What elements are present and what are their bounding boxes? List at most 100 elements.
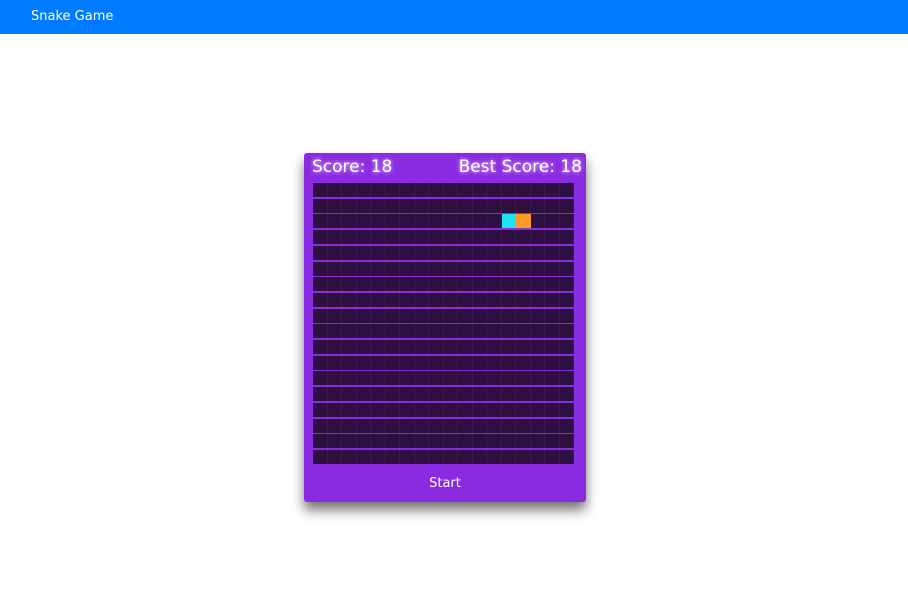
board-cell <box>313 371 328 385</box>
board-cell <box>415 403 429 417</box>
board-cell <box>328 277 342 291</box>
board-cell <box>516 246 531 260</box>
board-cell <box>516 419 531 433</box>
board-cell <box>357 340 371 354</box>
best-score-label: Best Score: 18 <box>458 157 582 177</box>
board-cell <box>531 371 545 385</box>
board-cell <box>502 434 516 448</box>
board-cell <box>386 293 400 307</box>
board-cell <box>342 214 357 228</box>
board-cell <box>429 309 444 323</box>
board-cell <box>386 419 400 433</box>
board-cell <box>458 183 473 197</box>
board-cell <box>545 293 560 307</box>
start-button[interactable]: Start <box>304 476 586 492</box>
board-cell <box>415 199 429 213</box>
board-cell <box>342 262 357 276</box>
board-cell <box>357 262 371 276</box>
board-cell <box>386 324 400 338</box>
board-cell <box>502 371 516 385</box>
board-cell <box>444 403 458 417</box>
board-cell <box>371 214 386 228</box>
board-cell <box>400 183 415 197</box>
board-cell <box>371 340 386 354</box>
board-cell <box>429 277 444 291</box>
board-cell <box>516 309 531 323</box>
board-cell <box>473 450 487 464</box>
board-cell <box>516 450 531 464</box>
board-row <box>313 356 574 370</box>
board-cell <box>328 293 342 307</box>
board-cell <box>458 324 473 338</box>
board-cell <box>516 356 531 370</box>
board-cell <box>458 277 473 291</box>
board-row <box>313 309 574 323</box>
board-cell <box>342 324 357 338</box>
board-cell <box>560 450 574 464</box>
board-cell <box>545 340 560 354</box>
board-cell <box>371 293 386 307</box>
board-row <box>313 199 574 213</box>
board-cell <box>371 387 386 401</box>
board-cell <box>487 434 502 448</box>
board-cell <box>516 371 531 385</box>
board-cell <box>313 450 328 464</box>
board-cell <box>386 340 400 354</box>
board-cell <box>357 277 371 291</box>
board-cell <box>545 183 560 197</box>
board-cell <box>357 324 371 338</box>
board-cell <box>545 262 560 276</box>
board-cell <box>371 309 386 323</box>
board-cell <box>313 356 328 370</box>
board-cell <box>560 371 574 385</box>
board-cell <box>400 450 415 464</box>
board-row <box>313 230 574 244</box>
board-cell <box>473 277 487 291</box>
board-cell <box>313 293 328 307</box>
board-cell <box>531 340 545 354</box>
board-cell <box>560 403 574 417</box>
board-cell <box>444 450 458 464</box>
board-row <box>313 293 574 307</box>
board-cell <box>386 371 400 385</box>
board-cell <box>444 434 458 448</box>
board-cell <box>328 419 342 433</box>
board-cell <box>429 403 444 417</box>
board-cell <box>560 293 574 307</box>
board-cell <box>473 230 487 244</box>
board-row <box>313 183 574 197</box>
board-cell <box>444 356 458 370</box>
board-cell <box>531 199 545 213</box>
board-cell <box>531 183 545 197</box>
board-cell <box>415 293 429 307</box>
board-row <box>313 262 574 276</box>
board-cell <box>386 214 400 228</box>
board-cell <box>357 450 371 464</box>
board-cell <box>371 356 386 370</box>
board-cell <box>371 262 386 276</box>
board-row <box>313 246 574 260</box>
board-cell <box>429 356 444 370</box>
board-cell <box>429 246 444 260</box>
board-cell <box>342 419 357 433</box>
board-cell <box>342 183 357 197</box>
board-cell <box>429 230 444 244</box>
board-cell <box>342 387 357 401</box>
board-cell <box>429 450 444 464</box>
board-cell <box>502 183 516 197</box>
board-cell <box>429 199 444 213</box>
board-cell <box>357 214 371 228</box>
board-cell <box>473 199 487 213</box>
board-cell <box>328 199 342 213</box>
board-cell <box>342 293 357 307</box>
board-cell <box>502 230 516 244</box>
board-cell <box>458 309 473 323</box>
board-cell <box>458 387 473 401</box>
board-cell <box>415 309 429 323</box>
board-cell <box>545 356 560 370</box>
board-cell <box>357 419 371 433</box>
board-cell <box>531 293 545 307</box>
board-cell <box>357 230 371 244</box>
board-cell <box>313 183 328 197</box>
board-cell <box>328 183 342 197</box>
